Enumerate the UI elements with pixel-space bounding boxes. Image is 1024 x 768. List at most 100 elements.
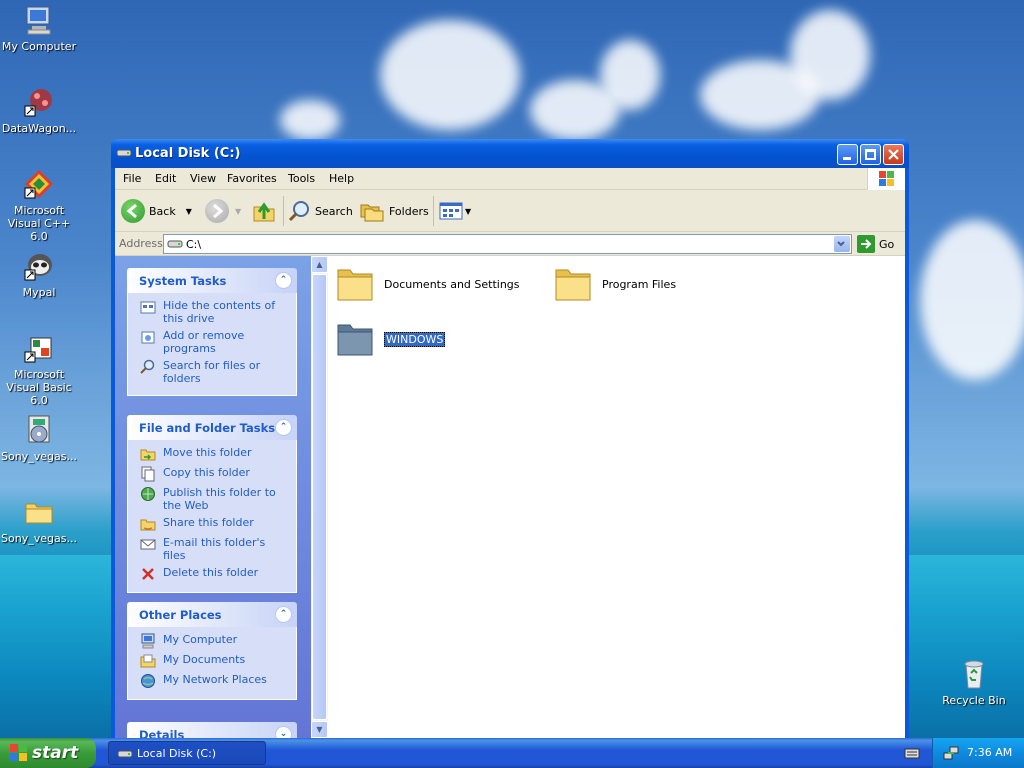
move-folder-icon [140,449,156,461]
maximize-button[interactable] [860,144,881,165]
menu-edit[interactable]: Edit [155,172,176,185]
panel-header[interactable]: Other Places ⌃ [127,602,297,627]
panel-header[interactable]: System Tasks ⌃ [127,268,297,293]
collapse-icon[interactable]: ⌃ [275,606,292,623]
folder-label: Documents and Settings [384,278,520,291]
toolbar: Back ▼ ▼ Search Folders ▼ [115,190,905,232]
desktop-icon-datawagon[interactable]: DataWagon... [0,86,78,135]
desktop-icon-visual-cpp[interactable]: Microsoft Visual C++ 6.0 [0,168,78,243]
close-icon [888,149,899,160]
desktop-icon-my-computer[interactable]: My Computer [0,4,78,53]
task-move-folder[interactable]: Move this folder [140,446,288,462]
address-input[interactable]: C:\ [163,234,852,254]
datawagon-shortcut-icon [23,86,55,118]
search-icon [140,359,155,374]
other-places-panel: Other Places ⌃ My Computer My Documents … [127,602,297,700]
desktop-icon-label: Sony_vegas... [1,532,77,545]
up-folder-button[interactable] [251,198,277,224]
place-label: My Computer [163,633,238,646]
task-label: Delete this folder [163,566,259,579]
address-dropdown-button[interactable] [834,236,850,252]
task-share-folder[interactable]: Share this folder [140,516,288,532]
clock[interactable]: 7:36 AM [967,746,1012,759]
folder-item-documents-and-settings[interactable]: Documents and Settings [336,264,536,304]
menu-favorites[interactable]: Favorites [227,172,277,185]
views-icon [439,202,463,220]
task-label: Add or remove programs [163,329,245,355]
place-my-documents[interactable]: My Documents [140,653,288,669]
start-button[interactable]: start [0,738,96,768]
panel-body: My Computer My Documents My Network Plac… [127,627,297,700]
views-button[interactable]: ▼ [439,198,471,224]
task-pane-scrollbar[interactable]: ▲ ▼ [311,256,328,738]
desktop-icon-label: Sony_vegas... [1,450,77,463]
place-my-network-places[interactable]: My Network Places [140,673,288,689]
back-button[interactable]: Back ▼ [121,198,192,224]
details-panel: Details ⌄ [127,722,297,738]
expand-icon[interactable]: ⌄ [275,726,292,738]
scroll-down-button[interactable]: ▼ [311,721,328,738]
panel-title: Other Places [139,608,222,622]
folder-icon [337,269,373,301]
forward-button[interactable]: ▼ [205,198,241,224]
menu-file[interactable]: File [123,172,141,185]
toolbar-separator [283,196,284,226]
panel-header[interactable]: File and Folder Tasks ⌃ [127,415,297,440]
place-my-computer[interactable]: My Computer [140,633,288,649]
hide-contents-icon [140,301,156,314]
panel-title: Details [139,728,185,738]
taskbar-button-label: Local Disk (C:) [137,747,217,760]
desktop-icon-sony-vegas-folder[interactable]: Sony_vegas... [0,496,78,545]
cloud [280,100,340,140]
minimize-icon [843,157,851,160]
task-publish-folder[interactable]: Publish this folder to the Web [140,486,288,512]
task-delete-folder[interactable]: Delete this folder [140,566,288,582]
desktop-icon-label: Microsoft Visual C++ 6.0 [7,204,71,243]
task-hide-drive-contents[interactable]: Hide the contents of this drive [140,299,288,325]
start-label: start [32,743,79,763]
desktop-icon-label: Mypal [22,286,56,299]
close-button[interactable] [883,144,904,165]
scroll-thumb[interactable] [312,274,327,720]
task-search-files[interactable]: Search for files or folders [140,359,288,385]
scroll-up-button[interactable]: ▲ [311,256,328,273]
keyboard-icon[interactable] [904,747,920,762]
title-bar[interactable]: Local Disk (C:) [111,139,909,168]
task-add-remove-programs[interactable]: Add or remove programs [140,329,288,355]
taskbar-button-local-disk[interactable]: Local Disk (C:) [108,741,266,765]
task-label: Publish this folder to the Web [163,486,276,512]
menu-help[interactable]: Help [329,172,354,185]
panel-header[interactable]: Details ⌄ [127,722,297,738]
collapse-icon[interactable]: ⌃ [275,419,292,436]
search-button[interactable]: Search [287,198,353,224]
network-tray-icon[interactable] [943,745,959,761]
system-tray: 7:36 AM [932,738,1024,768]
panel-body: Hide the contents of this drive Add or r… [127,293,297,396]
publish-web-icon [141,487,155,501]
task-copy-folder[interactable]: Copy this folder [140,466,288,482]
desktop-icon-recycle-bin[interactable]: Recycle Bin [935,658,1013,707]
folders-button[interactable]: Folders [359,198,429,224]
menu-tools[interactable]: Tools [288,172,315,185]
minimize-button[interactable] [837,144,858,165]
folder-item-program-files[interactable]: Program Files [554,264,754,304]
desktop-icon-label: Recycle Bin [942,694,1006,707]
address-bar: Address C:\ Go [115,232,905,256]
chevron-down-icon: ▼ [235,206,242,216]
recycle-bin-icon [958,658,990,690]
desktop-icon-label: My Computer [1,40,77,53]
desktop-icon-sony-vegas-installer[interactable]: Sony_vegas... [0,414,78,463]
task-label: Share this folder [163,516,254,529]
task-email-folder[interactable]: E-mail this folder's files [140,536,288,562]
folder-item-windows[interactable]: WINDOWS [336,319,536,359]
menu-view[interactable]: View [190,172,216,185]
drive-icon [167,240,183,248]
cloud [920,220,1024,380]
desktop-icon-visual-basic[interactable]: Microsoft Visual Basic 6.0 [0,332,78,407]
cloud [790,10,870,100]
up-folder-icon [253,202,275,222]
share-folder-icon [140,519,156,531]
desktop-icon-mypal[interactable]: Mypal [0,250,78,299]
collapse-icon[interactable]: ⌃ [275,272,292,289]
go-button[interactable]: Go [857,235,894,253]
